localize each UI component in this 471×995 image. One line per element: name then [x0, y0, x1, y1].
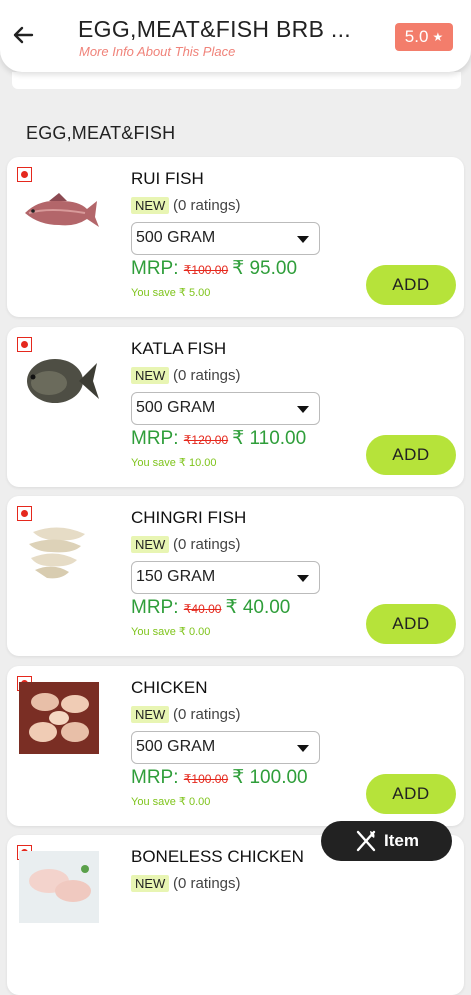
caret-down-icon	[297, 406, 309, 413]
quantity-value: 500 GRAM	[136, 399, 216, 416]
product-card: KATLA FISH NEW (0 ratings) 500 GRAM MRP:…	[7, 327, 464, 487]
ratings-count: (0 ratings)	[173, 706, 241, 723]
quantity-select[interactable]: 500 GRAM	[131, 731, 320, 764]
quantity-select[interactable]: 150 GRAM	[131, 561, 320, 594]
old-price: ₹100.00	[183, 263, 229, 277]
ratings-count: (0 ratings)	[173, 875, 241, 892]
add-button[interactable]: ADD	[366, 604, 456, 644]
product-card: RUI FISH NEW (0 ratings) 500 GRAM MRP: ₹…	[7, 157, 464, 317]
katla-fish-image	[27, 359, 99, 403]
caret-down-icon	[297, 575, 309, 582]
product-name: CHICKEN	[131, 678, 208, 697]
mrp-label: MRP:	[131, 597, 179, 618]
savings-text: You save ₹ 10.00	[131, 457, 217, 469]
rating-badge: 5.0 ★	[395, 23, 453, 51]
ratings-count: (0 ratings)	[173, 367, 241, 384]
current-price: ₹ 95.00	[232, 258, 298, 279]
mrp-label: MRP:	[131, 428, 179, 449]
new-badge: NEW	[131, 197, 170, 214]
header-strip	[12, 72, 461, 89]
add-button[interactable]: ADD	[366, 435, 456, 475]
mrp-label: MRP:	[131, 258, 179, 279]
product-card: CHINGRI FISH NEW (0 ratings) 150 GRAM MR…	[7, 496, 464, 656]
current-price: ₹ 40.00	[225, 597, 291, 618]
current-price: ₹ 100.00	[232, 767, 308, 788]
old-price: ₹100.00	[183, 772, 229, 786]
more-info-link[interactable]: More Info About This Place	[79, 44, 235, 59]
savings-text: You save ₹ 0.00	[131, 626, 211, 638]
product-name: RUI FISH	[131, 169, 204, 188]
quantity-value: 500 GRAM	[136, 229, 216, 246]
product-name: BONELESS CHICKEN	[131, 847, 304, 866]
caret-down-icon	[297, 745, 309, 752]
price-row: MRP: ₹40.00 ₹ 40.00	[131, 596, 290, 619]
product-card: CHICKEN NEW (0 ratings) 500 GRAM MRP: ₹1…	[7, 666, 464, 826]
rui-fish-image	[25, 193, 99, 227]
app-header: EGG,MEAT&FISH BRB ... More Info About Th…	[0, 0, 471, 72]
fork-knife-icon	[356, 830, 376, 852]
price-row: MRP: ₹120.00 ₹ 110.00	[131, 427, 306, 450]
price-row: MRP: ₹100.00 ₹ 100.00	[131, 766, 308, 789]
back-arrow-icon[interactable]	[8, 20, 38, 50]
chicken-image	[19, 682, 99, 754]
add-button[interactable]: ADD	[366, 774, 456, 814]
star-icon: ★	[432, 30, 444, 44]
product-name: CHINGRI FISH	[131, 508, 247, 527]
mrp-label: MRP:	[131, 767, 179, 788]
ratings-count: (0 ratings)	[173, 536, 241, 553]
new-badge: NEW	[131, 536, 170, 553]
quantity-select[interactable]: 500 GRAM	[131, 392, 320, 425]
item-menu-label: Item	[384, 831, 419, 850]
product-name: KATLA FISH	[131, 339, 227, 358]
item-menu-button[interactable]: Item	[321, 821, 452, 861]
caret-down-icon	[297, 236, 309, 243]
rating-value: 5.0	[404, 27, 429, 46]
current-price: ₹ 110.00	[232, 428, 307, 449]
savings-text: You save ₹ 5.00	[131, 287, 211, 299]
quantity-value: 500 GRAM	[136, 738, 216, 755]
new-badge: NEW	[131, 367, 170, 384]
chingri-fish-image	[29, 527, 85, 579]
boneless-chicken-image	[19, 851, 99, 923]
ratings-count: (0 ratings)	[173, 197, 241, 214]
quantity-value: 150 GRAM	[136, 568, 216, 585]
old-price: ₹40.00	[183, 602, 222, 616]
savings-text: You save ₹ 0.00	[131, 796, 211, 808]
quantity-select[interactable]: 500 GRAM	[131, 222, 320, 255]
new-badge: NEW	[131, 875, 170, 892]
add-button[interactable]: ADD	[366, 265, 456, 305]
new-badge: NEW	[131, 706, 170, 723]
old-price: ₹120.00	[183, 433, 229, 447]
section-title: EGG,MEAT&FISH	[26, 123, 176, 143]
price-row: MRP: ₹100.00 ₹ 95.00	[131, 257, 297, 280]
page-title: EGG,MEAT&FISH BRB ...	[78, 16, 351, 42]
